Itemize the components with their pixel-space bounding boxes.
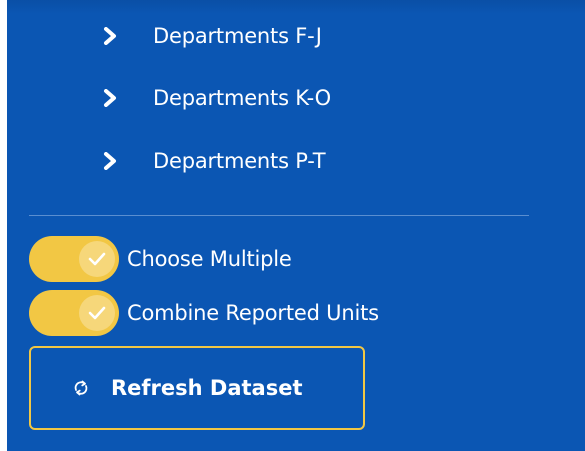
check-icon	[88, 252, 106, 266]
toggle-knob	[79, 295, 115, 331]
chevron-right-icon	[99, 150, 121, 172]
section-divider	[29, 215, 529, 216]
tree-item-departments-p-t[interactable]: Departments P-T	[99, 141, 326, 181]
combine-reported-units-toggle[interactable]	[29, 290, 119, 336]
panel-top-shade	[7, 0, 585, 14]
combine-reported-units-toggle-row[interactable]: Combine Reported Units	[29, 289, 379, 337]
choose-multiple-toggle[interactable]	[29, 236, 119, 282]
refresh-dataset-button[interactable]: Refresh Dataset	[29, 346, 365, 430]
tree-item-departments-f-j[interactable]: Departments F-J	[99, 16, 322, 56]
filter-panel: Departments F-J Departments K-O Departme…	[7, 0, 585, 451]
tree-item-label: Departments P-T	[153, 149, 326, 173]
choose-multiple-label: Choose Multiple	[127, 247, 292, 271]
choose-multiple-toggle-row[interactable]: Choose Multiple	[29, 235, 292, 283]
tree-item-label: Departments F-J	[153, 24, 322, 48]
refresh-icon	[71, 378, 91, 398]
combine-reported-units-label: Combine Reported Units	[127, 301, 379, 325]
toggle-knob	[79, 241, 115, 277]
tree-item-departments-k-o[interactable]: Departments K-O	[99, 78, 331, 118]
tree-item-label: Departments K-O	[153, 86, 331, 110]
check-icon	[88, 306, 106, 320]
refresh-dataset-label: Refresh Dataset	[111, 376, 303, 400]
chevron-right-icon	[99, 25, 121, 47]
chevron-right-icon	[99, 87, 121, 109]
